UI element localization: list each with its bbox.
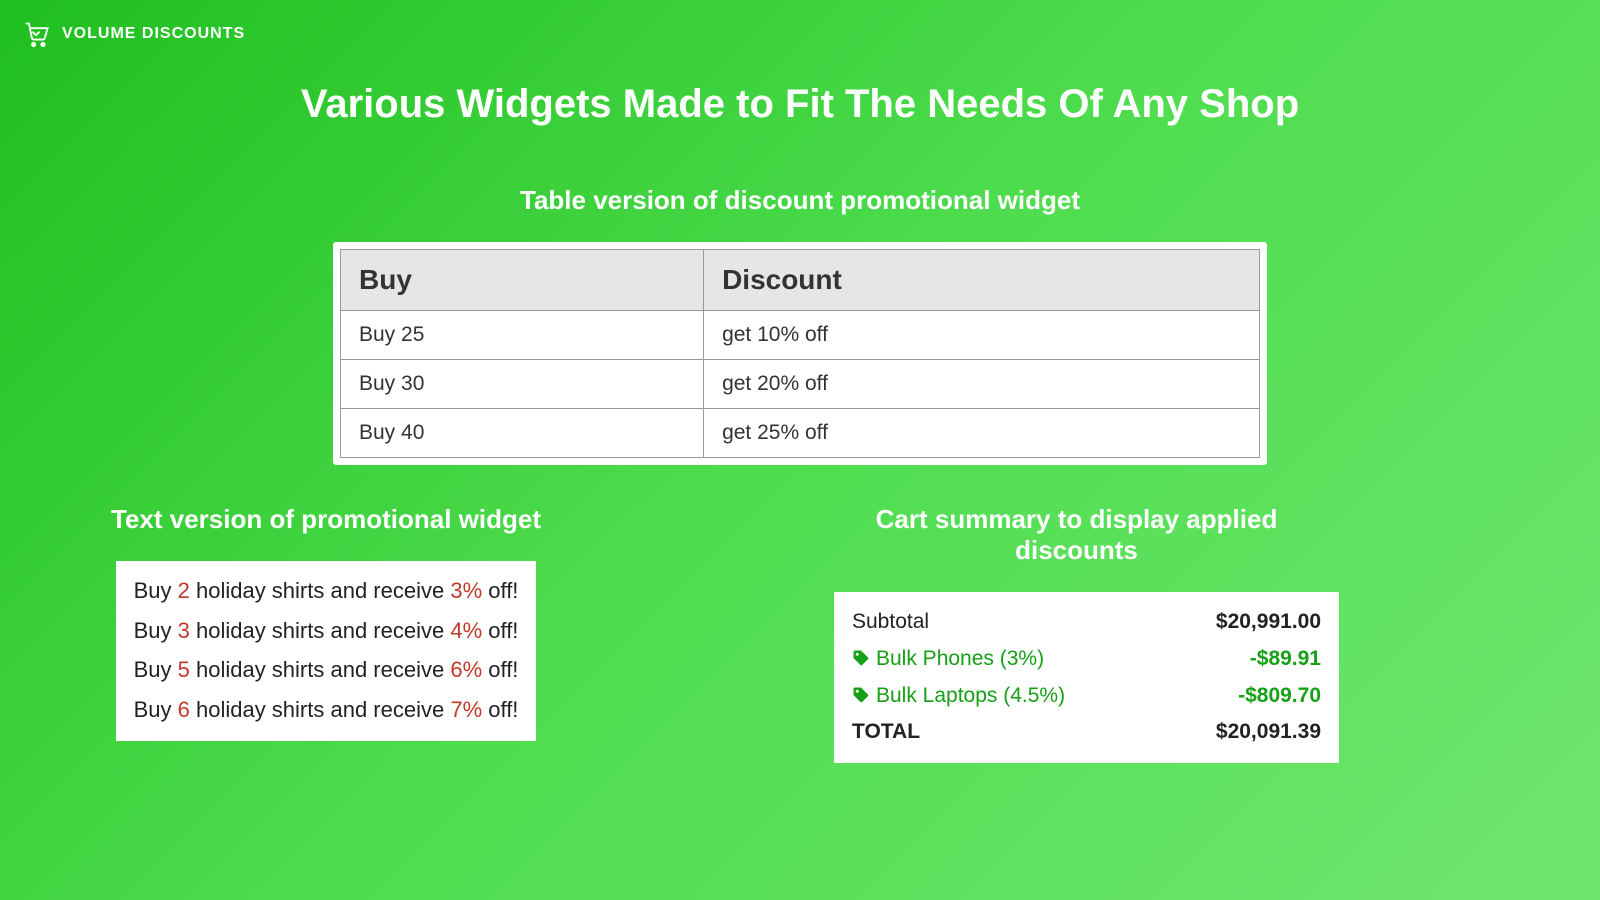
table-row: Buy 30 get 20% off — [341, 360, 1260, 409]
cart-icon — [22, 20, 50, 48]
subtotal-label: Subtotal — [852, 604, 929, 641]
discount-table: Buy Discount Buy 25 get 10% off Buy 30 g… — [340, 249, 1260, 458]
text-line: Buy 3 holiday shirts and receive 4% off! — [134, 611, 519, 651]
qty-accent: 2 — [178, 578, 190, 603]
cell-buy: Buy 40 — [341, 409, 704, 458]
cell-buy: Buy 30 — [341, 360, 704, 409]
table-row: Buy 25 get 10% off — [341, 311, 1260, 360]
cart-widget-section: Cart summary to display applied discount… — [834, 504, 1319, 763]
cell-discount: get 10% off — [704, 311, 1260, 360]
discount-value: -$89.91 — [1250, 641, 1321, 678]
discount-label: Bulk Laptops (4.5%) — [852, 678, 1065, 715]
text-widget-frame: Buy 2 holiday shirts and receive 3% off!… — [116, 561, 537, 741]
total-label: TOTAL — [852, 714, 920, 751]
total-value: $20,091.39 — [1216, 714, 1321, 751]
table-row: Buy 40 get 25% off — [341, 409, 1260, 458]
table-widget-heading: Table version of discount promotional wi… — [333, 185, 1267, 216]
cart-discount-row: Bulk Phones (3%) -$89.91 — [852, 641, 1321, 678]
discount-label: Bulk Phones (3%) — [852, 641, 1044, 678]
qty-accent: 5 — [178, 657, 190, 682]
column-header-discount: Discount — [704, 250, 1260, 311]
cell-discount: get 20% off — [704, 360, 1260, 409]
cart-widget-frame: Subtotal $20,991.00 Bulk Phones (3%) -$8… — [834, 592, 1339, 763]
text-line: Buy 6 holiday shirts and receive 7% off! — [134, 690, 519, 730]
tag-icon — [852, 643, 870, 661]
text-widget-section: Text version of promotional widget Buy 2… — [76, 504, 576, 741]
tag-icon — [852, 680, 870, 698]
cart-total-row: TOTAL $20,091.39 — [852, 714, 1321, 751]
brand-logo: VOLUME DISCOUNTS — [22, 20, 245, 48]
text-widget-heading: Text version of promotional widget — [76, 504, 576, 535]
pct-accent: 7% — [450, 697, 482, 722]
page-title: Various Widgets Made to Fit The Needs Of… — [0, 82, 1600, 127]
column-header-buy: Buy — [341, 250, 704, 311]
qty-accent: 3 — [178, 618, 190, 643]
discount-value: -$809.70 — [1238, 678, 1321, 715]
cell-discount: get 25% off — [704, 409, 1260, 458]
subtotal-value: $20,991.00 — [1216, 604, 1321, 641]
cart-widget-heading: Cart summary to display applied discount… — [834, 504, 1319, 566]
pct-accent: 6% — [450, 657, 482, 682]
cart-discount-row: Bulk Laptops (4.5%) -$809.70 — [852, 678, 1321, 715]
pct-accent: 3% — [450, 578, 482, 603]
table-widget-frame: Buy Discount Buy 25 get 10% off Buy 30 g… — [333, 242, 1267, 465]
table-widget-section: Table version of discount promotional wi… — [333, 185, 1267, 465]
text-line: Buy 2 holiday shirts and receive 3% off! — [134, 571, 519, 611]
text-line: Buy 5 holiday shirts and receive 6% off! — [134, 650, 519, 690]
brand-name: VOLUME DISCOUNTS — [62, 25, 245, 43]
pct-accent: 4% — [450, 618, 482, 643]
cart-subtotal-row: Subtotal $20,991.00 — [852, 604, 1321, 641]
cell-buy: Buy 25 — [341, 311, 704, 360]
qty-accent: 6 — [178, 697, 190, 722]
